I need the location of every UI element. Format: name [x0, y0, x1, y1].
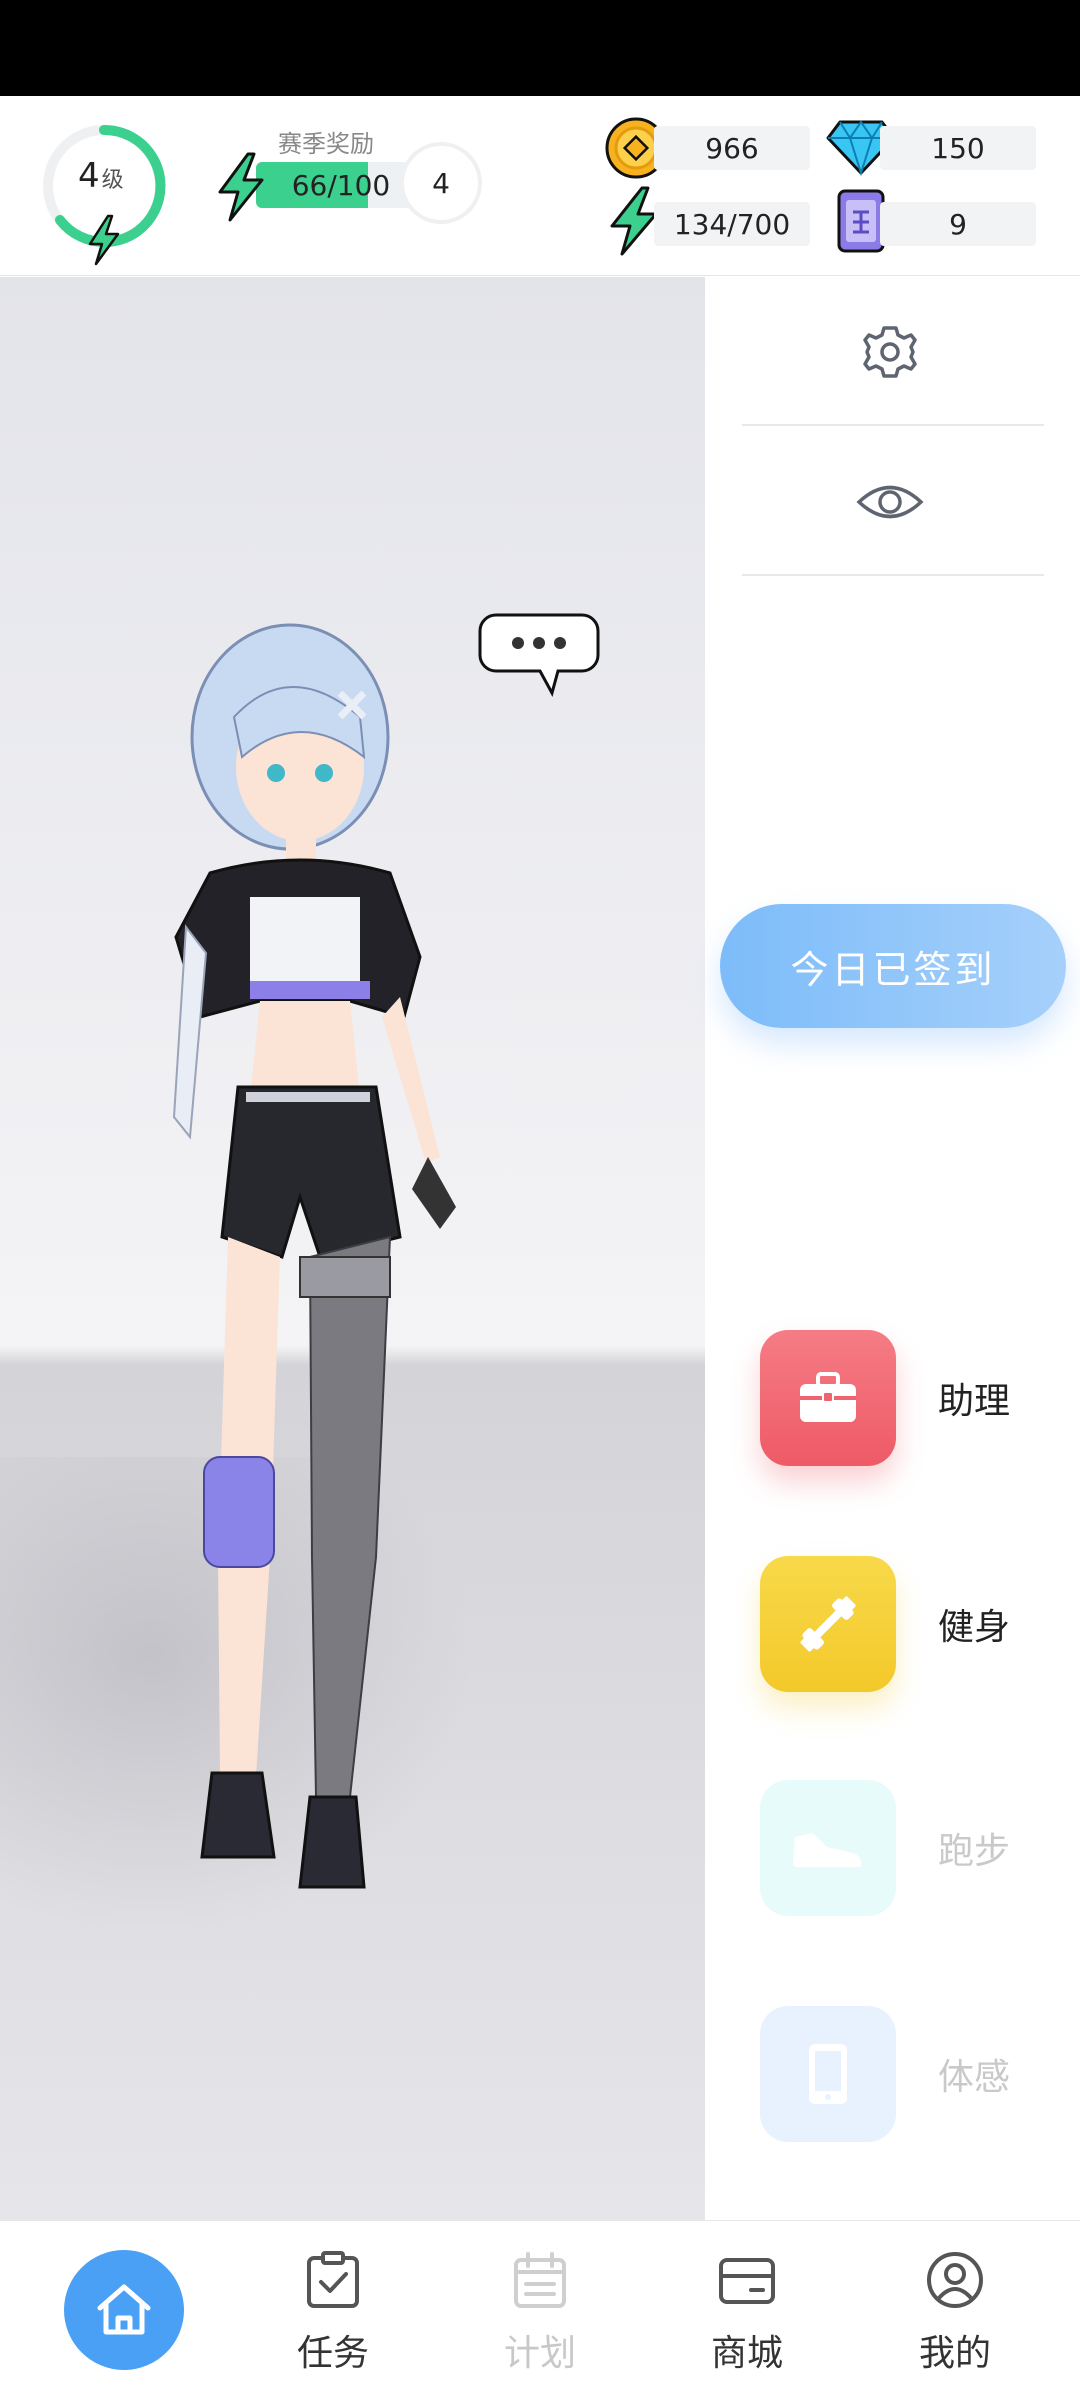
- dumbbell-icon: [760, 1556, 896, 1692]
- character-scene[interactable]: [0, 277, 705, 2220]
- level-unit: 级: [101, 168, 124, 193]
- menu-label: 健身: [938, 1607, 1011, 1648]
- bolt-icon: [218, 152, 264, 222]
- level-value: 4: [78, 156, 100, 196]
- briefcase-icon: [760, 1330, 896, 1466]
- nav-shop[interactable]: 商城: [682, 2250, 812, 2400]
- nav-mine[interactable]: 我的: [890, 2250, 1020, 2400]
- ticket-balance[interactable]: 9: [880, 202, 1036, 246]
- sneaker-icon: [760, 1780, 896, 1916]
- nav-home[interactable]: [64, 2250, 184, 2370]
- menu-running[interactable]: 跑步: [760, 1780, 1060, 1916]
- menu-label: 体感: [938, 2057, 1011, 2098]
- settings-button[interactable]: [825, 312, 955, 392]
- home-icon: [97, 2284, 151, 2335]
- calendar-icon: [514, 2252, 566, 2308]
- nav-label: 任务: [296, 2333, 369, 2374]
- clipboard-check-icon: [307, 2251, 359, 2308]
- menu-assistant[interactable]: 助理: [760, 1330, 1060, 1466]
- toggle-visibility-button[interactable]: [825, 462, 955, 542]
- menu-motion-sensing[interactable]: 体感: [760, 2006, 1060, 2142]
- season-reward-badge[interactable]: 4: [400, 142, 482, 224]
- nav-label: 我的: [918, 2333, 991, 2374]
- menu-label: 跑步: [938, 1831, 1011, 1872]
- right-panel: [705, 277, 1080, 2220]
- menu-fitness[interactable]: 健身: [760, 1556, 1060, 1692]
- bolt-icon: [88, 214, 120, 266]
- menu-label: 助理: [938, 1381, 1011, 1422]
- diamond-balance[interactable]: 150: [880, 126, 1036, 170]
- energy-balance[interactable]: 134/700: [654, 202, 810, 246]
- nav-label: 计划: [503, 2333, 576, 2374]
- top-header: 4级 赛季奖励 66/100 4 966 134/700 150 9: [0, 96, 1080, 276]
- divider: [742, 574, 1044, 576]
- ticket-icon: [837, 189, 885, 253]
- nav-plan[interactable]: 计划: [475, 2250, 605, 2400]
- character-avatar[interactable]: [150, 597, 610, 2217]
- coin-balance[interactable]: 966: [654, 126, 810, 170]
- eye-icon: [856, 485, 924, 519]
- daily-signin-button[interactable]: 今日已签到: [720, 904, 1066, 1028]
- status-bar: [0, 0, 1080, 96]
- divider: [742, 424, 1044, 426]
- user-circle-icon: [927, 2252, 983, 2308]
- gear-icon: [863, 326, 917, 378]
- nav-tasks[interactable]: 任务: [268, 2250, 398, 2400]
- phone-icon: [760, 2006, 896, 2142]
- season-reward-label: 赛季奖励: [278, 130, 374, 158]
- nav-label: 商城: [710, 2333, 783, 2374]
- wallet-icon: [719, 2258, 775, 2304]
- level-indicator[interactable]: 4级: [78, 156, 124, 196]
